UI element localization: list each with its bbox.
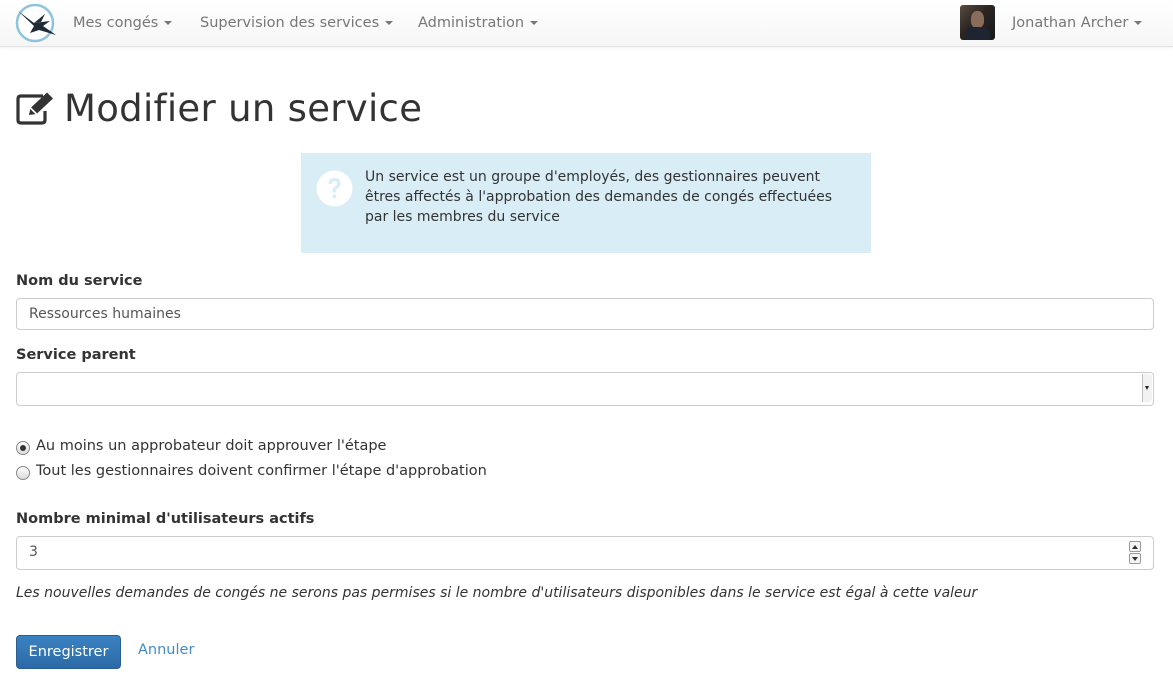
min-users-value: 3 <box>29 544 38 560</box>
radio-label: Tout les gestionnaires doivent confirmer… <box>36 463 487 479</box>
nav-menu-supervision[interactable]: Supervision des services <box>200 0 394 46</box>
select-arrow-icon[interactable] <box>1142 374 1152 402</box>
radio-button-checked[interactable] <box>16 441 30 455</box>
service-name-value: Ressources humaines <box>29 306 181 322</box>
parent-service-label: Service parent <box>16 347 136 363</box>
radio-option-any-approver[interactable]: Au moins un approbateur doit approuver l… <box>16 436 386 456</box>
nav-menu-mes-conges[interactable]: Mes congés <box>73 0 173 46</box>
spin-down-icon[interactable] <box>1129 553 1141 564</box>
radio-label: Au moins un approbateur doit approuver l… <box>36 438 387 454</box>
nav-menu-administration[interactable]: Administration <box>418 0 539 46</box>
top-navbar: Mes congés Supervision des services Admi… <box>0 0 1173 47</box>
min-users-label: Nombre minimal d'utilisateurs actifs <box>16 511 315 527</box>
min-users-input[interactable]: 3 <box>16 536 1154 570</box>
caret-down-icon <box>164 21 173 25</box>
user-menu[interactable]: Jonathan Archer <box>1012 0 1143 46</box>
nav-menu-label: Supervision des services <box>200 15 380 31</box>
radio-option-all-managers[interactable]: Tout les gestionnaires doivent confirmer… <box>16 461 487 481</box>
page-header: Modifier un service <box>16 82 422 134</box>
caret-down-icon <box>1134 21 1143 25</box>
min-users-help-text: Les nouvelles demandes de congés ne sero… <box>16 585 978 601</box>
caret-down-icon <box>385 21 394 25</box>
edit-icon <box>16 92 53 125</box>
caret-down-icon <box>530 21 539 25</box>
save-button[interactable]: Enregistrer <box>16 635 121 669</box>
cancel-link[interactable]: Annuler <box>138 642 194 658</box>
page-title: Modifier un service <box>64 86 423 130</box>
parent-service-select[interactable] <box>16 372 1154 406</box>
user-name: Jonathan Archer <box>1012 15 1129 31</box>
number-spinner[interactable] <box>1129 541 1141 564</box>
user-avatar[interactable] <box>960 5 995 40</box>
nav-menu-label: Mes congés <box>73 15 159 31</box>
service-name-label: Nom du service <box>16 273 143 289</box>
question-circle-icon <box>316 170 353 207</box>
nav-menu-label: Administration <box>418 15 525 31</box>
service-name-input[interactable]: Ressources humaines <box>16 298 1154 330</box>
spin-up-icon[interactable] <box>1129 541 1141 552</box>
swallow-logo-icon[interactable] <box>14 2 58 44</box>
info-alert: Un service est un groupe d'employés, des… <box>301 153 871 253</box>
info-text: Un service est un groupe d'employés, des… <box>365 169 833 225</box>
radio-button[interactable] <box>16 466 30 480</box>
